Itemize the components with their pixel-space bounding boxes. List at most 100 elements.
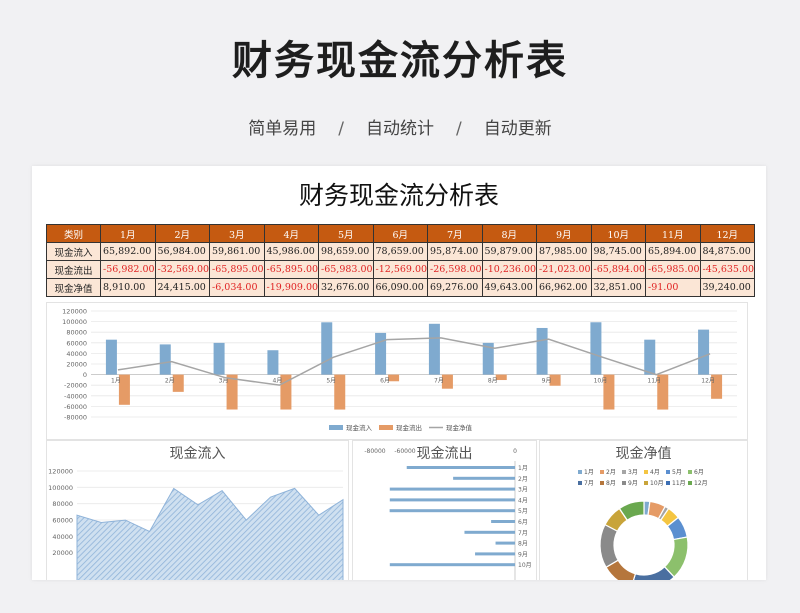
table-cell[interactable]: 66,090.00 xyxy=(372,278,428,297)
table-cell[interactable]: -45,635.00 xyxy=(699,260,755,279)
legend-swatch xyxy=(644,470,648,474)
legend-label: 9月 xyxy=(628,480,638,487)
y-tick-label: 10月 xyxy=(518,562,532,569)
legend-label: 4月 xyxy=(650,469,660,476)
y-tick-label: 100000 xyxy=(48,484,73,492)
outflow-hbar xyxy=(475,552,515,556)
table-row: 现金流出 -56,982.00 -32,569.00 -65,895.00 -65,89… xyxy=(46,260,755,279)
x-tick-label: 8月 xyxy=(488,378,498,385)
combo-legend: 现金流入 现金流出 现金净值 xyxy=(329,423,473,432)
x-tick-label: 11月 xyxy=(647,378,661,385)
y-tick-label: 60000 xyxy=(66,339,87,347)
table-cell[interactable]: -65,983.00 xyxy=(318,260,374,279)
table-cell[interactable]: -56,982.00 xyxy=(100,260,156,279)
legend-label: 现金流入 xyxy=(346,423,373,432)
y-tick-label: 60000 xyxy=(52,517,73,525)
y-tick-label: 2月 xyxy=(518,476,528,483)
net-line xyxy=(117,337,711,386)
legend-label: 现金流出 xyxy=(396,423,422,432)
inflow-bar xyxy=(105,339,117,375)
table-cell[interactable]: -65,985.00 xyxy=(645,260,701,279)
table-cell[interactable]: -6,034.00 xyxy=(209,278,265,297)
legend-label: 2月 xyxy=(606,469,616,476)
legend-swatch xyxy=(688,481,692,485)
x-tick-label: 5月 xyxy=(326,378,336,385)
table-cell[interactable]: 84,875.00 xyxy=(699,242,755,261)
table-cell[interactable]: -65,895.00 xyxy=(209,260,265,279)
table-cell[interactable]: 45,986.00 xyxy=(263,242,319,261)
y-tick-label: -80000 xyxy=(64,414,87,422)
inflow-area xyxy=(76,487,344,580)
y-tick-label: -40000 xyxy=(64,392,87,400)
table-cell[interactable]: -21,023.00 xyxy=(536,260,592,279)
legend-swatch xyxy=(644,481,648,485)
inflow-bar xyxy=(159,344,171,375)
outflow-hbar xyxy=(464,530,515,534)
table-cell[interactable]: -91.00 xyxy=(645,278,701,297)
legend-label: 6月 xyxy=(694,469,704,476)
table-header-row: 类别 1月 2月 3月 4月 5月 6月 7月 8月 9月 10月 11月 12月 xyxy=(46,224,755,243)
table-row: 现金流入 65,892.00 56,984.00 59,861.00 45,986.00… xyxy=(46,242,755,261)
legend-label: 8月 xyxy=(606,480,616,487)
legend-swatch xyxy=(688,470,692,474)
table-cell[interactable]: -32,569.00 xyxy=(154,260,210,279)
table-cell[interactable]: 32,676.00 xyxy=(318,278,374,297)
table-cell[interactable]: 49,643.00 xyxy=(481,278,537,297)
table-cell[interactable]: 66,962.00 xyxy=(536,278,592,297)
table-cell[interactable]: 59,861.00 xyxy=(209,242,265,261)
y-tick-label: -60000 xyxy=(64,403,87,411)
table-cell[interactable]: 65,892.00 xyxy=(100,242,156,261)
legend-label: 7月 xyxy=(584,480,594,487)
legend-swatch xyxy=(600,481,604,485)
legend-swatch xyxy=(622,481,626,485)
legend-label: 3月 xyxy=(628,469,638,476)
inflow-bar xyxy=(213,342,225,375)
inflow-bar xyxy=(644,339,656,375)
y-tick-label: 8月 xyxy=(518,541,528,548)
legend-label: 1月 xyxy=(584,469,594,476)
inflow-bar xyxy=(321,322,333,375)
cashflow-table: 类别 1月 2月 3月 4月 5月 6月 7月 8月 9月 10月 11月 12月 现金流入 65,892… xyxy=(46,224,755,297)
table-cell[interactable]: 98,659.00 xyxy=(318,242,374,261)
y-tick-label: 0 xyxy=(83,371,87,379)
table-row: 现金净值 8,910.00 24,415.00 -6,034.00 -19,909.00… xyxy=(46,278,755,297)
table-cell[interactable]: 95,874.00 xyxy=(427,242,483,261)
table-cell[interactable]: 39,240.00 xyxy=(699,278,755,297)
y-tick-label: 40000 xyxy=(66,350,87,358)
header-cell-month: 3月 xyxy=(209,224,265,243)
header-cell-category: 类别 xyxy=(46,224,101,243)
table-cell[interactable]: -65,894.00 xyxy=(590,260,646,279)
inflow-bar xyxy=(267,350,279,375)
y-tick-label: 80000 xyxy=(52,500,73,508)
table-cell[interactable]: -19,909.00 xyxy=(263,278,319,297)
x-tick-label: 12月 xyxy=(701,378,715,385)
spreadsheet-preview: 财务现金流分析表 类别 1月 2月 3月 4月 5月 6月 7月 8月 9月 10月 11月 12月 现… xyxy=(32,166,766,580)
table-cell[interactable]: 56,984.00 xyxy=(154,242,210,261)
table-cell[interactable]: 59,879.00 xyxy=(481,242,537,261)
table-cell[interactable]: 87,985.00 xyxy=(536,242,592,261)
table-cell[interactable]: 69,276.00 xyxy=(427,278,483,297)
table-cell[interactable]: -26,598.00 xyxy=(427,260,483,279)
legend-swatch xyxy=(600,470,604,474)
feature-tags: 简单易用 / 自动统计 / 自动更新 xyxy=(0,114,800,139)
table-cell[interactable]: -65,895.00 xyxy=(263,260,319,279)
table-cell[interactable]: -12,569.00 xyxy=(372,260,428,279)
combo-chart-svg: 120000 100000 80000 60000 40000 20000 0 -20000 -… xyxy=(62,308,737,432)
row-label: 现金流出 xyxy=(46,260,101,279)
table-cell[interactable]: 8,910.00 xyxy=(100,278,156,297)
y-tick-label: 4月 xyxy=(518,497,528,504)
table-cell[interactable]: 32,851.00 xyxy=(590,278,646,297)
table-cell[interactable]: -10,236.00 xyxy=(481,260,537,279)
table-cell[interactable]: 98,745.00 xyxy=(590,242,646,261)
table-cell[interactable]: 78,659.00 xyxy=(372,242,428,261)
combo-chart: 120000 100000 80000 60000 40000 20000 0 -20000 -… xyxy=(46,302,748,440)
table-cell[interactable]: 24,415.00 xyxy=(154,278,210,297)
donut-slice xyxy=(599,523,619,569)
outflow-hbar xyxy=(389,487,515,491)
y-tick-label: 80000 xyxy=(66,329,87,337)
header-cell-month: 8月 xyxy=(481,224,537,243)
x-tick-label: 1月 xyxy=(111,378,121,385)
header-cell-month: 7月 xyxy=(427,224,483,243)
table-cell[interactable]: 65,894.00 xyxy=(645,242,701,261)
inflow-bar xyxy=(536,327,548,375)
